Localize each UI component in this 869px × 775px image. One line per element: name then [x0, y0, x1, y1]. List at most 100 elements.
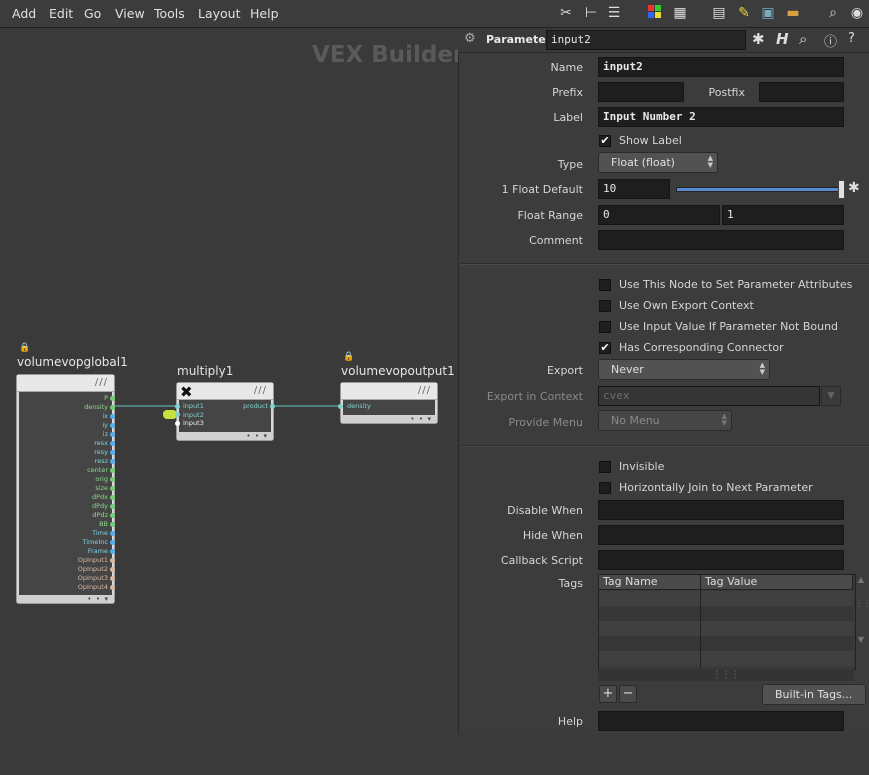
box-icon[interactable]: ▬: [785, 5, 801, 21]
image-icon[interactable]: ▣: [760, 5, 776, 21]
node-name-global: volumevopglobal1: [17, 355, 128, 369]
hide-when-field[interactable]: [598, 525, 844, 545]
tools-icon[interactable]: ✂: [558, 5, 574, 21]
export-dropdown[interactable]: Never ▲ ▼: [598, 359, 770, 380]
disable-when-label: Disable When: [507, 504, 583, 517]
postfix-field[interactable]: [759, 82, 844, 102]
port-opinput1[interactable]: [110, 558, 115, 563]
port-iz[interactable]: [110, 432, 115, 437]
own-export-context-checkbox[interactable]: [599, 300, 611, 312]
port-center[interactable]: [110, 468, 115, 473]
separator: [461, 263, 869, 265]
corresponding-connector-checkbox[interactable]: ✔: [599, 342, 611, 354]
float-default-slider[interactable]: [676, 187, 843, 192]
port-frame[interactable]: [110, 549, 115, 554]
port-input3[interactable]: [175, 421, 180, 426]
color-palette-icon[interactable]: [647, 5, 663, 21]
remove-tag-button[interactable]: −: [619, 685, 637, 703]
float-range-min[interactable]: 0: [598, 205, 720, 225]
port-label-density: density: [84, 403, 108, 411]
export-value: Never: [611, 363, 644, 376]
use-input-value-checkbox[interactable]: [599, 321, 611, 333]
table-row[interactable]: [599, 651, 853, 666]
float-range-label: Float Range: [517, 209, 583, 222]
name-label: Name: [550, 61, 583, 74]
builtin-tags-button[interactable]: Built-in Tags...: [762, 684, 866, 705]
type-dropdown[interactable]: Float (float) ▲ ▼: [598, 152, 718, 173]
add-tag-button[interactable]: +: [599, 685, 617, 703]
port-ix[interactable]: [110, 414, 115, 419]
info-icon[interactable]: ⓘ: [824, 31, 837, 50]
port-opinput3[interactable]: [110, 576, 115, 581]
gear-icon[interactable]: ✱: [848, 180, 860, 196]
port-opinput2[interactable]: [110, 567, 115, 572]
port-orig[interactable]: [110, 477, 115, 482]
port-p[interactable]: [110, 396, 115, 401]
port-density-in[interactable]: [338, 404, 343, 409]
callback-field[interactable]: [598, 550, 844, 570]
show-label-text: Show Label: [619, 134, 682, 147]
hjoin-checkbox[interactable]: [599, 482, 611, 494]
port-label-opinput4: OpInput4: [77, 583, 108, 591]
port-iy[interactable]: [110, 423, 115, 428]
tag-value-header[interactable]: Tag Value: [701, 575, 853, 590]
port-size[interactable]: [110, 486, 115, 491]
tags-scrollbar[interactable]: ▲ ⋮⋮ ▼: [855, 574, 869, 668]
lock-icon[interactable]: 🔒: [343, 352, 354, 362]
port-resx[interactable]: [110, 441, 115, 446]
callback-label: Callback Script: [500, 554, 583, 567]
port-density[interactable]: [110, 405, 115, 410]
panel-footer: [458, 734, 869, 775]
list-icon[interactable]: ☰: [606, 5, 622, 21]
table-row[interactable]: [599, 621, 853, 636]
invisible-checkbox[interactable]: [599, 461, 611, 473]
tags-table[interactable]: Tag Name Tag Value: [598, 574, 856, 670]
port-timeinc[interactable]: [110, 540, 115, 545]
float-default-field[interactable]: 10: [598, 179, 670, 199]
table-row[interactable]: [599, 606, 853, 621]
tag-name-header[interactable]: Tag Name: [599, 575, 701, 590]
table-row[interactable]: [599, 591, 853, 606]
port-label-time: Time: [92, 529, 108, 537]
name-field[interactable]: input2: [598, 57, 844, 77]
column-divider: [700, 590, 701, 668]
tree-icon[interactable]: ⊢: [583, 5, 599, 21]
port-opinput4[interactable]: [110, 585, 115, 590]
help-h-icon[interactable]: H: [776, 30, 789, 48]
port-dpdx[interactable]: [110, 495, 115, 500]
port-product[interactable]: [270, 404, 275, 409]
port-time[interactable]: [110, 531, 115, 536]
help-icon[interactable]: ?: [848, 31, 855, 46]
slider-handle[interactable]: [838, 180, 845, 199]
lock-icon[interactable]: 🔒: [19, 343, 30, 353]
port-dpdy[interactable]: [110, 504, 115, 509]
provide-menu-label: Provide Menu: [508, 416, 583, 429]
port-input1[interactable]: [175, 404, 180, 409]
node-path-field[interactable]: input2: [546, 30, 746, 50]
sticky-note-icon[interactable]: ✎: [736, 5, 752, 21]
comment-field[interactable]: [598, 230, 844, 250]
network-view-icon[interactable]: ▤: [711, 5, 727, 21]
eye-icon[interactable]: ◉: [849, 5, 865, 21]
port-resz[interactable]: [110, 459, 115, 464]
grid-icon[interactable]: ▦: [672, 5, 688, 21]
port-input2[interactable]: [175, 412, 180, 417]
port-bb[interactable]: [110, 522, 115, 527]
disable-when-field[interactable]: [598, 500, 844, 520]
port-resy[interactable]: [110, 450, 115, 455]
help-label: Help: [557, 715, 583, 728]
node-name-output: volumevopoutput1: [341, 364, 455, 378]
search-icon[interactable]: ⌕: [825, 5, 841, 21]
search-icon[interactable]: ⌕: [799, 30, 807, 48]
show-label-checkbox[interactable]: ✔: [599, 135, 611, 147]
label-field[interactable]: Input Number 2: [598, 107, 844, 127]
tags-hscrollbar[interactable]: ⋮⋮⋮: [598, 669, 854, 681]
gear-icon[interactable]: ✱: [752, 30, 765, 48]
float-range-max[interactable]: 1: [722, 205, 844, 225]
port-dpdz[interactable]: [110, 513, 115, 518]
use-node-attrs-checkbox[interactable]: [599, 279, 611, 291]
use-input-value-label: Use Input Value If Parameter Not Bound: [619, 320, 839, 333]
help-field[interactable]: [598, 711, 844, 731]
table-row[interactable]: [599, 636, 853, 651]
parameter-op-icon[interactable]: ⚙: [464, 31, 476, 46]
